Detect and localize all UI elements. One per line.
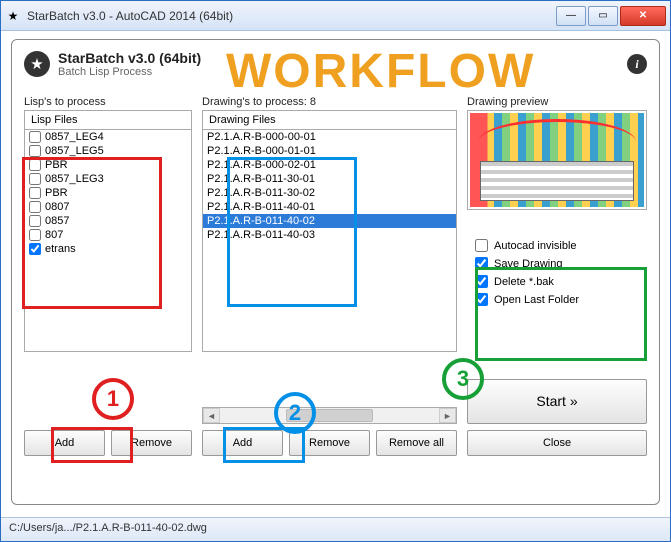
drawing-item[interactable]: P2.1.A.R-B-011-40-01 bbox=[203, 200, 456, 214]
lisp-item-checkbox[interactable] bbox=[29, 201, 41, 213]
option-row: Open Last Folder bbox=[475, 293, 639, 306]
preview-box bbox=[467, 110, 647, 210]
option-row: Autocad invisible bbox=[475, 239, 639, 252]
lisp-list[interactable]: 0857_LEG4 0857_LEG5 PBR 0857_LEG3 PBR 0807 085… bbox=[24, 130, 192, 352]
drawing-item[interactable]: P2.1.A.R-B-011-30-01 bbox=[203, 172, 456, 186]
option-checkbox[interactable] bbox=[475, 275, 488, 288]
preview-image bbox=[470, 113, 644, 207]
lisp-item-checkbox[interactable] bbox=[29, 215, 41, 227]
lisp-item-checkbox[interactable] bbox=[29, 243, 41, 255]
close-window-button[interactable]: ✕ bbox=[620, 6, 666, 26]
lisp-item-label: PBR bbox=[45, 187, 68, 199]
panel-title: StarBatch v3.0 (64bit) bbox=[58, 50, 201, 66]
lisp-item-label: 0857 bbox=[45, 215, 69, 227]
start-button[interactable]: Start » bbox=[467, 379, 647, 425]
lisp-item-label: PBR bbox=[45, 159, 68, 171]
lisp-item-label: 0807 bbox=[45, 201, 69, 213]
drawings-section-label: Drawing's to process: 8 bbox=[202, 96, 457, 108]
drawings-remove-button[interactable]: Remove bbox=[289, 430, 370, 456]
drawing-item[interactable]: P2.1.A.R-B-011-30-02 bbox=[203, 186, 456, 200]
lisp-remove-button[interactable]: Remove bbox=[111, 430, 192, 456]
lisp-section-label: Lisp's to process bbox=[24, 96, 192, 108]
option-label: Save Drawing bbox=[494, 258, 562, 270]
lisp-item-checkbox[interactable] bbox=[29, 159, 41, 171]
minimize-button[interactable]: — bbox=[556, 6, 586, 26]
annotation-circle-2: 2 bbox=[274, 392, 316, 434]
lisp-item[interactable]: 0807 bbox=[25, 200, 191, 214]
lisp-item-label: 0857_LEG3 bbox=[45, 173, 104, 185]
annotation-circle-3: 3 bbox=[442, 358, 484, 400]
option-row: Delete *.bak bbox=[475, 275, 639, 288]
drawing-item[interactable]: P2.1.A.R-B-000-01-01 bbox=[203, 144, 456, 158]
close-button[interactable]: Close bbox=[467, 430, 647, 456]
lisp-item-checkbox[interactable] bbox=[29, 173, 41, 185]
lisp-list-header[interactable]: Lisp Files bbox=[24, 110, 192, 130]
lisp-add-button[interactable]: Add bbox=[24, 430, 105, 456]
status-bar: C:/Users/ja.../P2.1.A.R-B-011-40-02.dwg bbox=[1, 517, 670, 541]
preview-section-label: Drawing preview bbox=[467, 96, 647, 108]
option-checkbox[interactable] bbox=[475, 257, 488, 270]
window-title: StarBatch v3.0 - AutoCAD 2014 (64bit) bbox=[27, 9, 556, 23]
lisp-item[interactable]: PBR bbox=[25, 186, 191, 200]
lisp-item[interactable]: 0857 bbox=[25, 214, 191, 228]
lisp-item-label: 807 bbox=[45, 229, 63, 241]
drawings-list[interactable]: P2.1.A.R-B-000-00-01P2.1.A.R-B-000-01-01… bbox=[202, 130, 457, 352]
lisp-item-checkbox[interactable] bbox=[29, 187, 41, 199]
lisp-item-checkbox[interactable] bbox=[29, 229, 41, 241]
lisp-item-checkbox[interactable] bbox=[29, 145, 41, 157]
content-panel: WORKFLOW ★ StarBatch v3.0 (64bit) Batch … bbox=[11, 39, 660, 505]
lisp-item[interactable]: 0857_LEG5 bbox=[25, 144, 191, 158]
lisp-item-label: 0857_LEG4 bbox=[45, 131, 104, 143]
lisp-item[interactable]: etrans bbox=[25, 242, 191, 256]
lisp-item[interactable]: 0857_LEG4 bbox=[25, 130, 191, 144]
annotation-circle-1: 1 bbox=[92, 378, 134, 420]
main-window: ★ StarBatch v3.0 - AutoCAD 2014 (64bit) … bbox=[0, 0, 671, 542]
drawings-remove-all-button[interactable]: Remove all bbox=[376, 430, 457, 456]
panel-subtitle: Batch Lisp Process bbox=[58, 66, 201, 78]
option-label: Delete *.bak bbox=[494, 276, 554, 288]
lisp-item[interactable]: 807 bbox=[25, 228, 191, 242]
option-label: Autocad invisible bbox=[494, 240, 577, 252]
status-path: C:/Users/ja.../P2.1.A.R-B-011-40-02.dwg bbox=[9, 522, 207, 534]
options-box: Autocad invisible Save Drawing Delete *.ba… bbox=[467, 224, 647, 321]
scroll-right-button[interactable]: ► bbox=[439, 408, 456, 423]
lisp-item-label: etrans bbox=[45, 243, 76, 255]
star-icon: ★ bbox=[24, 51, 50, 77]
option-checkbox[interactable] bbox=[475, 293, 488, 306]
drawing-item[interactable]: P2.1.A.R-B-000-02-01 bbox=[203, 158, 456, 172]
maximize-button[interactable]: ▭ bbox=[588, 6, 618, 26]
drawing-item[interactable]: P2.1.A.R-B-011-40-03 bbox=[203, 228, 456, 242]
scroll-left-button[interactable]: ◄ bbox=[203, 408, 220, 423]
drawing-item[interactable]: P2.1.A.R-B-011-40-02 bbox=[203, 214, 456, 228]
drawings-list-header[interactable]: Drawing Files bbox=[202, 110, 457, 130]
titlebar: ★ StarBatch v3.0 - AutoCAD 2014 (64bit) … bbox=[1, 1, 670, 31]
lisp-item[interactable]: PBR bbox=[25, 158, 191, 172]
option-row: Save Drawing bbox=[475, 257, 639, 270]
lisp-item[interactable]: 0857_LEG3 bbox=[25, 172, 191, 186]
info-button[interactable]: i bbox=[627, 54, 647, 74]
lisp-item-label: 0857_LEG5 bbox=[45, 145, 104, 157]
drawings-scrollbar[interactable]: ◄ ► bbox=[202, 407, 457, 424]
app-icon: ★ bbox=[5, 8, 21, 24]
option-checkbox[interactable] bbox=[475, 239, 488, 252]
drawing-item[interactable]: P2.1.A.R-B-000-00-01 bbox=[203, 130, 456, 144]
option-label: Open Last Folder bbox=[494, 294, 579, 306]
lisp-item-checkbox[interactable] bbox=[29, 131, 41, 143]
drawings-add-button[interactable]: Add bbox=[202, 430, 283, 456]
